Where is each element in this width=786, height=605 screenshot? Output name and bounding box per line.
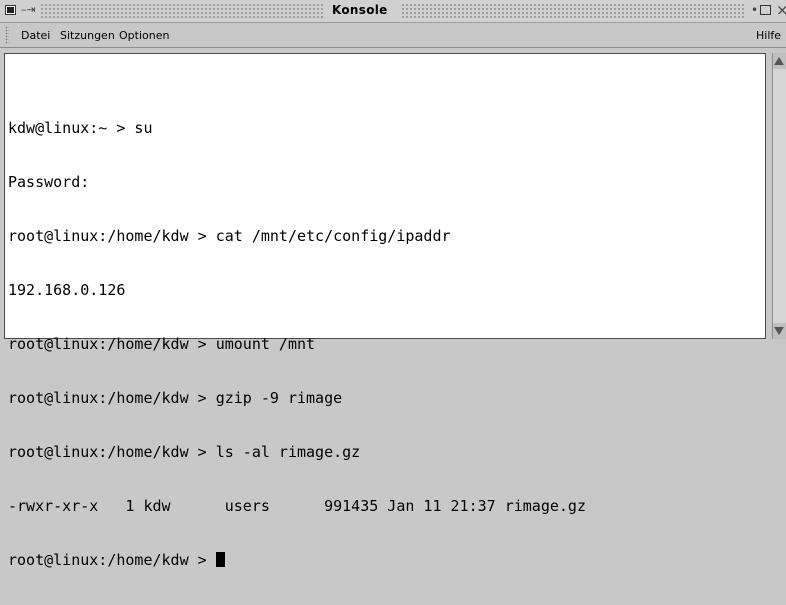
scrollbar-track[interactable] [773, 69, 786, 323]
terminal-output: kdw@linux:~ > su Password: root@linux:/h… [8, 83, 586, 605]
terminal-line: kdw@linux:~ > su [8, 119, 153, 137]
terminal-line: root@linux:/home/kdw > ls -al rimage.gz [8, 443, 361, 461]
terminal-line: -rwxr-xr-x 1 kdw users 991435 Jan 11 21:… [8, 497, 586, 515]
window-title: Konsole [332, 3, 388, 17]
title-bar: –⇥ Konsole • × [0, 0, 786, 23]
menu-bar: Datei Sitzungen Optionen Hilfe [0, 23, 786, 48]
maximize-icon[interactable] [760, 5, 771, 15]
text-cursor [215, 552, 225, 567]
toolbar-grip-icon[interactable] [5, 26, 9, 44]
menu-optionen[interactable]: Optionen [119, 29, 169, 42]
menu-sitzungen[interactable]: Sitzungen [60, 29, 115, 42]
terminal-area[interactable]: kdw@linux:~ > su Password: root@linux:/h… [4, 53, 766, 569]
vertical-scrollbar[interactable] [772, 53, 786, 339]
scroll-down-arrow-icon[interactable] [774, 327, 784, 335]
terminal-prompt: root@linux:/home/kdw > [8, 551, 216, 569]
window-menu-icon[interactable] [5, 5, 16, 15]
terminal-line: Password: [8, 173, 90, 191]
title-bar-texture [40, 3, 325, 18]
terminal-line: root@linux:/home/kdw > cat /mnt/etc/conf… [8, 227, 451, 245]
terminal-line: root@linux:/home/kdw > umount /mnt [8, 335, 316, 353]
minimize-icon[interactable]: • [751, 3, 758, 17]
title-bar-texture [401, 3, 744, 18]
scroll-up-arrow-icon[interactable] [774, 57, 784, 65]
terminal-prompt-line[interactable]: root@linux:/home/kdw > [8, 551, 586, 569]
close-icon[interactable]: × [776, 1, 786, 19]
menu-hilfe[interactable]: Hilfe [756, 29, 781, 42]
menu-datei[interactable]: Datei [21, 29, 50, 42]
pin-icon[interactable]: –⇥ [21, 3, 36, 16]
terminal-line: root@linux:/home/kdw > gzip -9 rimage [8, 389, 343, 407]
terminal-line: 192.168.0.126 [8, 281, 126, 299]
